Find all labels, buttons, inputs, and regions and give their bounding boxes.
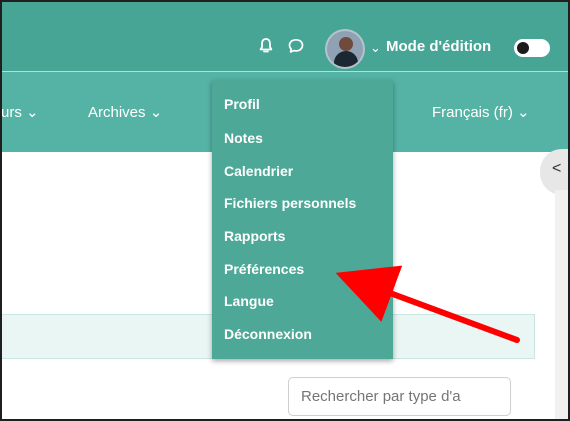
submenu-arrow-icon xyxy=(375,290,382,302)
nav-label: Français (fr) xyxy=(432,104,513,121)
nav-label: Archives xyxy=(88,104,146,121)
menu-item-logout[interactable]: Déconnexion xyxy=(224,326,312,343)
chat-icon[interactable] xyxy=(287,37,305,55)
top-bar xyxy=(2,2,568,72)
chevron-down-icon: ⌄ xyxy=(149,104,163,121)
screenshot-frame: ⌄ Mode d'édition urs ⌄ Archives ⌄ França… xyxy=(0,0,570,421)
nav-item-language[interactable]: Français (fr) ⌄ xyxy=(432,104,530,122)
menu-item-grades[interactable]: Notes xyxy=(224,130,263,147)
bell-icon[interactable] xyxy=(257,37,275,55)
chevron-down-icon: ⌄ xyxy=(517,104,530,121)
menu-item-preferences[interactable]: Préférences xyxy=(224,261,304,278)
search-input[interactable] xyxy=(288,377,511,416)
edit-mode-toggle[interactable] xyxy=(514,39,550,57)
menu-item-language[interactable]: Langue xyxy=(224,293,274,310)
drawer-toggle[interactable]: < xyxy=(540,149,568,195)
avatar-head xyxy=(339,37,353,51)
user-menu-dropdown: Profil Notes Calendrier Fichiers personn… xyxy=(212,80,393,359)
menu-item-profile[interactable]: Profil xyxy=(224,96,260,113)
chevron-left-icon: < xyxy=(552,160,562,177)
nav-item-courses[interactable]: urs ⌄ xyxy=(1,104,39,122)
chevron-down-icon: ⌄ xyxy=(26,104,39,121)
toggle-knob xyxy=(517,42,529,54)
menu-item-calendar[interactable]: Calendrier xyxy=(224,163,293,180)
nav-item-archives[interactable]: Archives ⌄ xyxy=(88,104,162,122)
menu-item-private-files[interactable]: Fichiers personnels xyxy=(224,195,356,212)
avatar[interactable] xyxy=(325,29,365,69)
menu-item-reports[interactable]: Rapports xyxy=(224,228,285,245)
right-drawer-scrollbar[interactable] xyxy=(555,190,568,419)
nav-label: urs xyxy=(1,104,22,121)
avatar-body xyxy=(334,51,358,67)
edit-mode-label: Mode d'édition xyxy=(386,38,492,55)
chevron-down-icon[interactable]: ⌄ xyxy=(370,41,381,54)
